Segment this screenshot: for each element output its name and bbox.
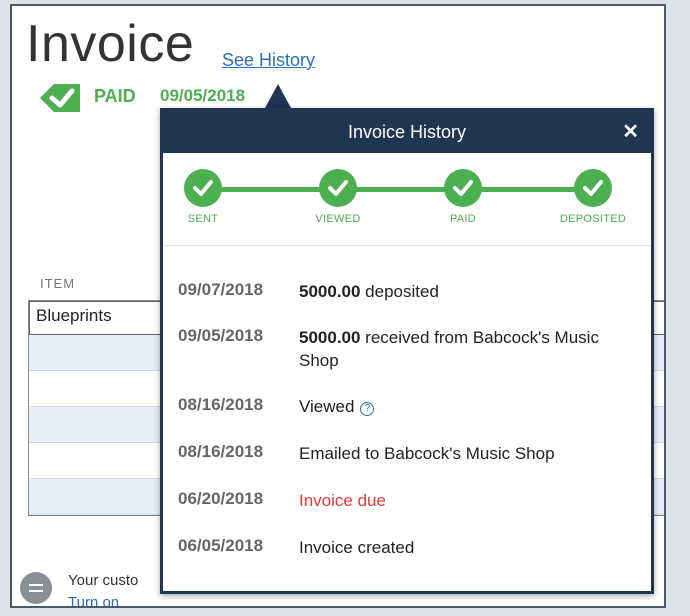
status-badge: PAID — [94, 86, 136, 106]
history-date: 09/05/2018 — [178, 326, 264, 345]
footer-text: Your custo — [68, 572, 139, 589]
history-description: 5000.00 received from Babcock's Music Sh… — [299, 326, 639, 372]
step-label: SENT — [187, 213, 219, 225]
message-icon — [20, 572, 52, 604]
step-label: PAID — [449, 213, 477, 225]
history-amount: 5000.00 — [299, 328, 361, 347]
step-label: VIEWED — [315, 213, 361, 225]
popover-title: Invoice History — [347, 122, 467, 142]
step-check-icon — [319, 169, 357, 207]
history-description: 5000.00 deposited — [299, 280, 639, 303]
popover-header: Invoice History ✕ — [163, 111, 651, 153]
invoice-history-popover: Invoice History ✕ SENT VIEWED PAID DEPOS… — [160, 108, 654, 594]
history-text: Invoice created — [299, 538, 415, 557]
history-text: deposited — [360, 282, 439, 301]
history-description: Viewed? — [299, 395, 639, 418]
step-sent: SENT — [163, 169, 243, 225]
history-date: 09/07/2018 — [178, 280, 264, 299]
history-text: Emailed to Babcock's Music Shop — [299, 444, 555, 463]
step-paid: PAID — [423, 169, 503, 225]
item-column-header: ITEM — [40, 276, 76, 291]
item-name: Blueprints — [36, 306, 112, 325]
history-text: Viewed — [299, 397, 355, 416]
step-check-icon — [184, 169, 222, 207]
popover-arrow — [265, 84, 291, 108]
step-label: DEPOSITED — [559, 213, 627, 225]
history-date: 08/16/2018 — [178, 442, 264, 461]
history-date: 08/16/2018 — [178, 395, 264, 414]
see-history-link[interactable]: See History — [222, 50, 315, 71]
step-deposited: DEPOSITED — [553, 169, 633, 225]
history-amount: 5000.00 — [299, 282, 361, 301]
page-title: Invoice — [26, 15, 195, 73]
paid-check-icon — [40, 84, 80, 112]
step-check-icon — [444, 169, 482, 207]
history-text: Invoice due — [299, 491, 386, 510]
history-description: Emailed to Babcock's Music Shop — [299, 442, 639, 465]
step-check-icon — [574, 169, 612, 207]
progress-line — [203, 187, 593, 192]
turn-on-link[interactable]: Turn on — [68, 594, 119, 606]
info-icon[interactable]: ? — [360, 402, 375, 416]
history-date: 06/05/2018 — [178, 536, 264, 555]
history-date: 06/20/2018 — [178, 489, 264, 508]
history-description: Invoice due — [299, 489, 639, 512]
status-date: 09/05/2018 — [160, 86, 246, 105]
status-tracker: SENT VIEWED PAID DEPOSITED — [163, 153, 651, 246]
step-viewed: VIEWED — [298, 169, 378, 225]
close-icon[interactable]: ✕ — [622, 119, 639, 144]
history-description: Invoice created — [299, 536, 639, 559]
